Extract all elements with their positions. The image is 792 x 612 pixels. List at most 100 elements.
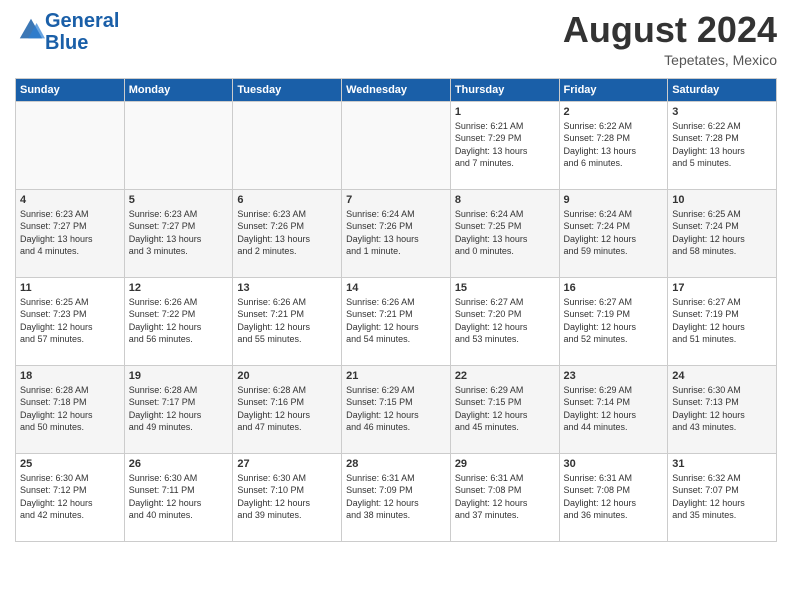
weekday-header-wednesday: Wednesday: [342, 78, 451, 101]
calendar-cell: 23 Sunrise: 6:29 AMSunset: 7:14 PMDayligh…: [559, 365, 668, 453]
day-info: Sunrise: 6:29 AMSunset: 7:15 PMDaylight:…: [346, 384, 446, 434]
day-info: Sunrise: 6:30 AMSunset: 7:11 PMDaylight:…: [129, 472, 229, 522]
page-header: GeneralBlue August 2024 Tepetates, Mexic…: [15, 10, 777, 68]
calendar-cell: 22Sunrise: 6:29 AMSunset: 7:15 PMDayligh…: [450, 365, 559, 453]
calendar-table: SundayMondayTuesdayWednesdayThursdayFrid…: [15, 78, 777, 542]
calendar-cell: 27 Sunrise: 6:30 AMSunset: 7:10 PMDayligh…: [233, 453, 342, 541]
day-number: 10: [672, 194, 772, 206]
day-info: Sunrise: 6:29 AMSunset: 7:14 PMDaylight:…: [564, 384, 664, 434]
calendar-body: 1Sunrise: 6:21 AMSunset: 7:29 PMDaylight…: [16, 101, 777, 541]
calendar-cell: 19Sunrise: 6:28 AMSunset: 7:17 PMDayligh…: [124, 365, 233, 453]
calendar-cell: 16 Sunrise: 6:27 AMSunset: 7:19 PMDayligh…: [559, 277, 668, 365]
day-info: Sunrise: 6:28 AMSunset: 7:16 PMDaylight:…: [237, 384, 337, 434]
day-info: Sunrise: 6:31 AMSunset: 7:08 PMDaylight:…: [564, 472, 664, 522]
day-info: Sunrise: 6:25 AMSunset: 7:24 PMDaylight:…: [672, 208, 772, 258]
weekday-header-friday: Friday: [559, 78, 668, 101]
calendar-week-1: 1Sunrise: 6:21 AMSunset: 7:29 PMDaylight…: [16, 101, 777, 189]
day-number: 14: [346, 282, 446, 294]
day-info: Sunrise: 6:28 AMSunset: 7:18 PMDaylight:…: [20, 384, 120, 434]
day-number: 22: [455, 370, 555, 382]
day-info: Sunrise: 6:27 AMSunset: 7:20 PMDaylight:…: [455, 296, 555, 346]
day-info: Sunrise: 6:24 AMSunset: 7:26 PMDaylight:…: [346, 208, 446, 258]
calendar-cell: 7 Sunrise: 6:24 AMSunset: 7:26 PMDaylight…: [342, 189, 451, 277]
day-number: 3: [672, 106, 772, 118]
calendar-cell: 18 Sunrise: 6:28 AMSunset: 7:18 PMDayligh…: [16, 365, 125, 453]
day-info: Sunrise: 6:24 AMSunset: 7:24 PMDaylight:…: [564, 208, 664, 258]
day-info: Sunrise: 6:26 AMSunset: 7:21 PMDaylight:…: [237, 296, 337, 346]
day-number: 9: [564, 194, 664, 206]
calendar-cell: 10 Sunrise: 6:25 AMSunset: 7:24 PMDayligh…: [668, 189, 777, 277]
location-subtitle: Tepetates, Mexico: [563, 52, 777, 68]
calendar-cell: [124, 101, 233, 189]
calendar-cell: 5Sunrise: 6:23 AMSunset: 7:27 PMDaylight…: [124, 189, 233, 277]
calendar-cell: 3 Sunrise: 6:22 AMSunset: 7:28 PMDaylight…: [668, 101, 777, 189]
calendar-cell: 20 Sunrise: 6:28 AMSunset: 7:16 PMDayligh…: [233, 365, 342, 453]
logo: GeneralBlue: [15, 10, 119, 54]
weekday-header-tuesday: Tuesday: [233, 78, 342, 101]
day-number: 26: [129, 458, 229, 470]
weekday-header-monday: Monday: [124, 78, 233, 101]
day-number: 23: [564, 370, 664, 382]
calendar-cell: 31 Sunrise: 6:32 AMSunset: 7:07 PMDayligh…: [668, 453, 777, 541]
day-number: 7: [346, 194, 446, 206]
day-info: Sunrise: 6:23 AMSunset: 7:27 PMDaylight:…: [20, 208, 120, 258]
day-number: 31: [672, 458, 772, 470]
day-number: 12: [129, 282, 229, 294]
day-number: 25: [20, 458, 120, 470]
logo-icon: [17, 16, 45, 44]
calendar-cell: 12 Sunrise: 6:26 AMSunset: 7:22 PMDayligh…: [124, 277, 233, 365]
day-info: Sunrise: 6:27 AMSunset: 7:19 PMDaylight:…: [672, 296, 772, 346]
calendar-cell: 24Sunrise: 6:30 AMSunset: 7:13 PMDayligh…: [668, 365, 777, 453]
calendar-cell: [233, 101, 342, 189]
weekday-header-saturday: Saturday: [668, 78, 777, 101]
day-number: 20: [237, 370, 337, 382]
day-info: Sunrise: 6:32 AMSunset: 7:07 PMDaylight:…: [672, 472, 772, 522]
month-title: August 2024: [563, 10, 777, 50]
calendar-week-4: 18 Sunrise: 6:28 AMSunset: 7:18 PMDayligh…: [16, 365, 777, 453]
calendar-cell: 17 Sunrise: 6:27 AMSunset: 7:19 PMDayligh…: [668, 277, 777, 365]
calendar-cell: 28 Sunrise: 6:31 AMSunset: 7:09 PMDayligh…: [342, 453, 451, 541]
day-number: 27: [237, 458, 337, 470]
day-number: 30: [564, 458, 664, 470]
day-number: 2: [564, 106, 664, 118]
day-info: Sunrise: 6:30 AMSunset: 7:10 PMDaylight:…: [237, 472, 337, 522]
calendar-cell: 25 Sunrise: 6:30 AMSunset: 7:12 PMDayligh…: [16, 453, 125, 541]
calendar-week-3: 11Sunrise: 6:25 AMSunset: 7:23 PMDayligh…: [16, 277, 777, 365]
day-info: Sunrise: 6:23 AMSunset: 7:27 PMDaylight:…: [129, 208, 229, 258]
calendar-cell: 11Sunrise: 6:25 AMSunset: 7:23 PMDayligh…: [16, 277, 125, 365]
day-info: Sunrise: 6:26 AMSunset: 7:22 PMDaylight:…: [129, 296, 229, 346]
day-number: 28: [346, 458, 446, 470]
day-number: 18: [20, 370, 120, 382]
calendar-week-2: 4 Sunrise: 6:23 AMSunset: 7:27 PMDaylight…: [16, 189, 777, 277]
calendar-cell: 9 Sunrise: 6:24 AMSunset: 7:24 PMDaylight…: [559, 189, 668, 277]
day-info: Sunrise: 6:23 AMSunset: 7:26 PMDaylight:…: [237, 208, 337, 258]
calendar-header: SundayMondayTuesdayWednesdayThursdayFrid…: [16, 78, 777, 101]
day-info: Sunrise: 6:31 AMSunset: 7:08 PMDaylight:…: [455, 472, 555, 522]
day-number: 4: [20, 194, 120, 206]
day-info: Sunrise: 6:22 AMSunset: 7:28 PMDaylight:…: [564, 120, 664, 170]
calendar-cell: 4 Sunrise: 6:23 AMSunset: 7:27 PMDaylight…: [16, 189, 125, 277]
day-number: 6: [237, 194, 337, 206]
day-info: Sunrise: 6:31 AMSunset: 7:09 PMDaylight:…: [346, 472, 446, 522]
day-info: Sunrise: 6:22 AMSunset: 7:28 PMDaylight:…: [672, 120, 772, 170]
calendar-cell: 2 Sunrise: 6:22 AMSunset: 7:28 PMDaylight…: [559, 101, 668, 189]
calendar-cell: 29Sunrise: 6:31 AMSunset: 7:08 PMDayligh…: [450, 453, 559, 541]
day-number: 8: [455, 194, 555, 206]
calendar-cell: 13Sunrise: 6:26 AMSunset: 7:21 PMDayligh…: [233, 277, 342, 365]
calendar-cell: 1Sunrise: 6:21 AMSunset: 7:29 PMDaylight…: [450, 101, 559, 189]
day-info: Sunrise: 6:27 AMSunset: 7:19 PMDaylight:…: [564, 296, 664, 346]
calendar-cell: 30 Sunrise: 6:31 AMSunset: 7:08 PMDayligh…: [559, 453, 668, 541]
calendar-cell: [342, 101, 451, 189]
day-number: 11: [20, 282, 120, 294]
day-number: 17: [672, 282, 772, 294]
calendar-cell: 8Sunrise: 6:24 AMSunset: 7:25 PMDaylight…: [450, 189, 559, 277]
calendar-week-5: 25 Sunrise: 6:30 AMSunset: 7:12 PMDayligh…: [16, 453, 777, 541]
weekday-header-thursday: Thursday: [450, 78, 559, 101]
day-info: Sunrise: 6:30 AMSunset: 7:12 PMDaylight:…: [20, 472, 120, 522]
calendar-cell: 21Sunrise: 6:29 AMSunset: 7:15 PMDayligh…: [342, 365, 451, 453]
calendar-cell: 6 Sunrise: 6:23 AMSunset: 7:26 PMDaylight…: [233, 189, 342, 277]
day-info: Sunrise: 6:26 AMSunset: 7:21 PMDaylight:…: [346, 296, 446, 346]
day-info: Sunrise: 6:30 AMSunset: 7:13 PMDaylight:…: [672, 384, 772, 434]
calendar-cell: [16, 101, 125, 189]
day-number: 16: [564, 282, 664, 294]
